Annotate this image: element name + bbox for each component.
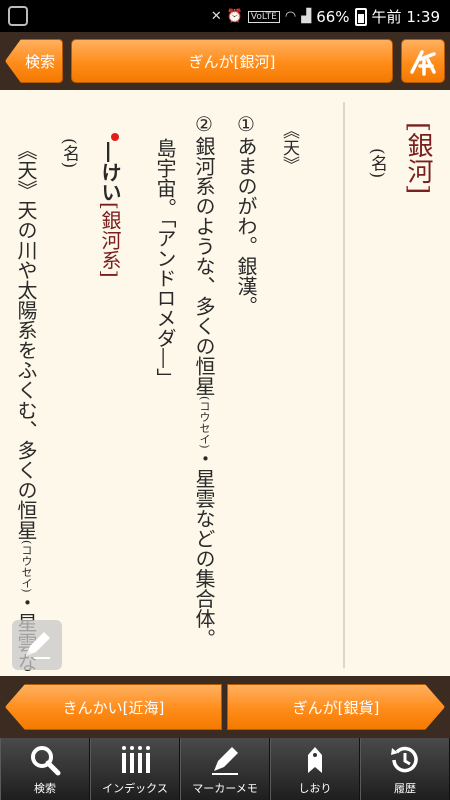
battery-icon <box>354 7 367 26</box>
sense-2-ruby: (コウセイ) <box>198 396 211 449</box>
status-bar: ✕ ⏰ VoLTE ◠ ▟ 66% 午前 1:39 <box>0 0 450 32</box>
toolbar-index-label: インデックス <box>102 782 168 795</box>
subentry-pos: (名) <box>59 138 79 169</box>
column-divider <box>343 102 345 668</box>
toolbar-bookmark-label: しおり <box>298 782 332 795</box>
entry-navigation-bar: きんかい[近海] ぎんが[銀貨] <box>0 676 450 738</box>
sense-2-continuation: 島宇宙。「アンドロメダ―」 <box>153 138 177 388</box>
subentry-heading[interactable]: ―けい[銀河系] <box>98 142 122 278</box>
subentry-text-a: 《天》天の川や太陽系をふくむ、多くの恒星 <box>14 140 38 540</box>
history-icon <box>391 746 418 773</box>
back-search-label: 検索 <box>24 52 55 71</box>
toolbar-search-label: 検索 <box>34 782 56 795</box>
header-bar: 検索 ぎんが[銀河] <box>0 32 450 90</box>
subentry-definition: 《天》天の川や太陽系をふくむ、多くの恒星(コウセイ)・星雲な <box>14 140 38 673</box>
mute-icon: ✕ <box>210 9 222 24</box>
index-icon <box>122 746 150 773</box>
alarm-icon: ⏰ <box>226 9 243 24</box>
marker-pen-icon <box>26 632 50 659</box>
subentry-marker-dot <box>111 133 119 141</box>
sense-2-text-a: 銀河系のような、多くの恒星 <box>192 136 216 396</box>
clock: 午前 1:39 <box>371 8 440 26</box>
bookmark-icon <box>308 747 322 773</box>
volte-badge: VoLTE <box>247 10 280 23</box>
subentry-ruby: (コウセイ) <box>20 540 33 593</box>
marker-icon <box>212 747 238 775</box>
prev-entry-button[interactable]: きんかい[近海] <box>5 684 222 730</box>
toolbar-index-button[interactable]: インデックス <box>90 738 180 800</box>
entry-title: ぎんが[銀河] <box>188 52 276 71</box>
toolbar-bookmark-button[interactable]: しおり <box>270 738 360 800</box>
wifi-icon: ◠ <box>284 9 297 24</box>
back-search-button[interactable]: 検索 <box>5 39 63 83</box>
app-notification-icon <box>8 6 28 26</box>
entry-title-button[interactable]: ぎんが[銀河] <box>71 39 393 83</box>
sense-1-number: ① <box>234 112 258 136</box>
toolbar-search-button[interactable]: 検索 <box>0 738 90 800</box>
category-label: 《天》 <box>279 122 299 173</box>
sense-1: ①あまのがわ。銀漢。 <box>234 112 258 316</box>
headword: [銀河] <box>403 122 433 195</box>
sense-2: ②銀河系のような、多くの恒星(コウセイ)・星雲などの集合体。 <box>192 112 216 649</box>
dictionary-entry-pane[interactable]: [銀河] (名) 《天》 ①あまのがわ。銀漢。 ②銀河系のような、多くの恒星(コ… <box>0 90 450 676</box>
sense-2-text-b: ・星雲などの集合体。 <box>192 448 216 649</box>
sense-2-number: ② <box>192 112 216 136</box>
floating-marker-button[interactable] <box>12 620 62 670</box>
next-entry-button[interactable]: ぎんが[銀貨] <box>227 684 445 730</box>
toolbar-marker-label: マーカーメモ <box>192 782 258 795</box>
search-icon <box>31 746 61 776</box>
toolbar-marker-button[interactable]: マーカーメモ <box>180 738 270 800</box>
next-entry-label: ぎんが[銀貨] <box>292 698 380 717</box>
prev-entry-label: きんかい[近海] <box>62 698 165 717</box>
battery-percent: 66% <box>316 7 350 26</box>
subentry-head: [銀河系] <box>98 202 122 278</box>
app-logo-icon <box>410 50 436 76</box>
toolbar-history-button[interactable]: 履歴 <box>360 738 450 800</box>
bottom-toolbar: 検索 インデックス マーカーメモ しおり 履歴 <box>0 738 450 800</box>
app-logo-button[interactable] <box>401 39 445 83</box>
toolbar-history-label: 履歴 <box>394 782 416 795</box>
subentry-prefix: ―けい <box>98 142 122 202</box>
headword-pos: (名) <box>367 148 387 179</box>
signal-icon: ▟ <box>301 9 312 24</box>
sense-1-text: あまのがわ。銀漢。 <box>234 136 258 316</box>
